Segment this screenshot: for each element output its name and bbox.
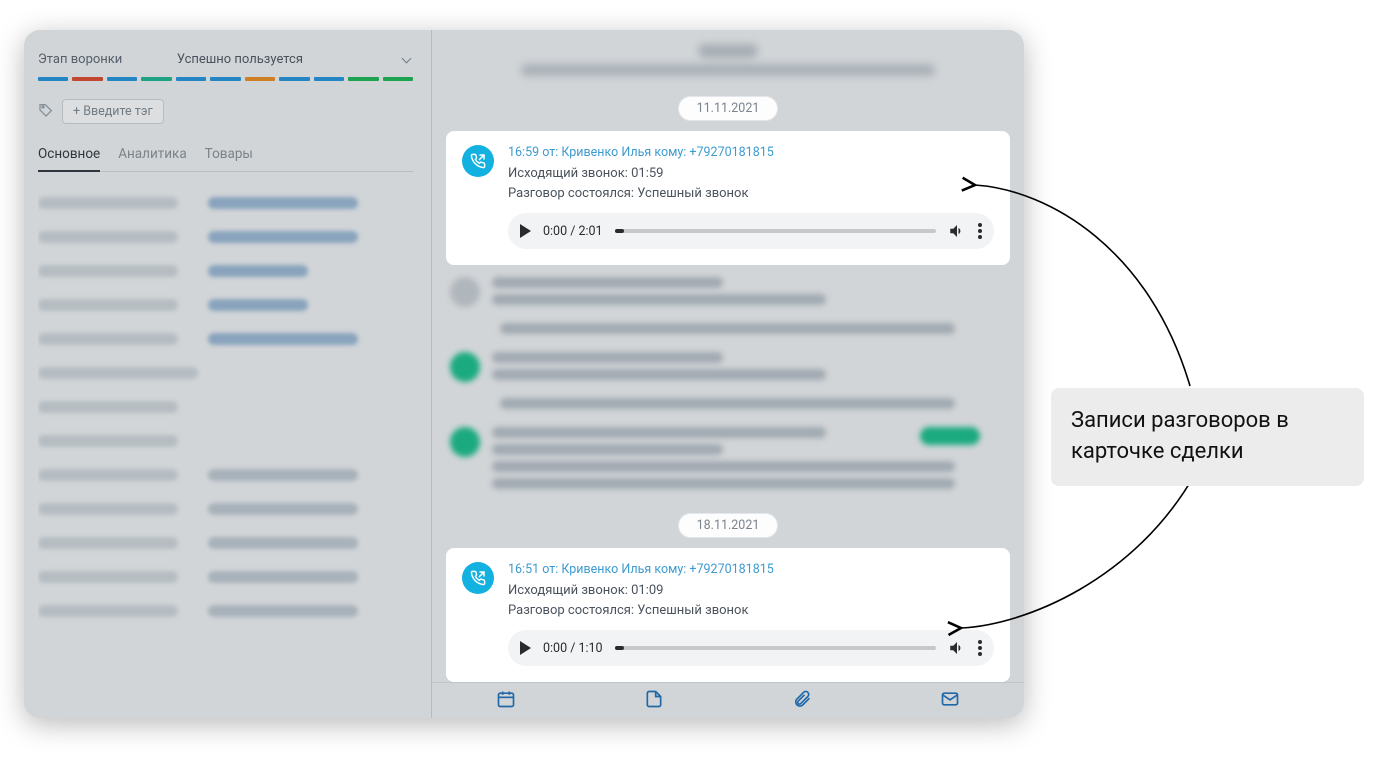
calendar-icon[interactable] [496,689,516,713]
tab-main[interactable]: Основное [38,146,100,172]
call-record-card: 16:59 от: Кривенко Илья кому: +792701818… [446,131,1010,265]
volume-icon[interactable] [948,222,966,240]
timeline-header-blur [498,44,959,78]
funnel-segment[interactable] [141,77,171,81]
audio-progress[interactable] [615,229,936,233]
audio-progress[interactable] [615,646,936,650]
more-vertical-icon[interactable] [978,640,982,656]
audio-player[interactable]: 0:00 / 2:01 [508,213,994,249]
timeline-toolbar [432,682,1024,718]
chevron-down-icon [403,55,413,65]
deal-timeline: 11.11.2021 16:59 от: Кривенко Илья кому:… [432,30,1024,718]
note-icon[interactable] [644,689,664,713]
tag-icon [38,102,54,122]
funnel-segment[interactable] [210,77,240,81]
audio-time: 0:00 / 1:10 [543,641,603,656]
funnel-segment[interactable] [38,77,68,81]
call-meta: 16:51 от: Кривенко Илья кому: +792701818… [508,562,994,577]
funnel-segment[interactable] [279,77,309,81]
date-separator: 11.11.2021 [678,96,779,121]
tab-goods[interactable]: Товары [205,146,253,171]
call-type-duration: Исходящий звонок: 01:59 [508,164,994,184]
timeline-item-blur [500,323,1006,340]
deal-card: Этап воронки Успешно пользуется + Введит… [24,30,1024,718]
call-result: Разговор состоялся: Успешный звонок [508,601,994,621]
funnel-segment[interactable] [383,77,413,81]
more-vertical-icon[interactable] [978,223,982,239]
play-icon[interactable] [520,224,531,238]
funnel-segment[interactable] [348,77,378,81]
phone-outgoing-icon [462,562,494,594]
tag-input[interactable]: + Введите тэг [62,99,164,124]
call-meta: 16:59 от: Кривенко Илья кому: +792701818… [508,145,994,160]
audio-player[interactable]: 0:00 / 1:10 [508,630,994,666]
funnel-progress-bar [38,77,413,81]
funnel-segment[interactable] [72,77,102,81]
funnel-stage-select[interactable]: Успешно пользуется [177,52,413,67]
mail-icon[interactable] [940,689,960,713]
timeline-item-blur [450,427,1006,495]
timeline-item-blur [450,277,1006,311]
call-result: Разговор состоялся: Успешный звонок [508,184,994,204]
deal-tabs: Основное Аналитика Товары [38,146,413,172]
play-icon[interactable] [520,641,531,655]
volume-icon[interactable] [948,639,966,657]
funnel-stage-value: Успешно пользуется [177,52,303,67]
paperclip-icon[interactable] [792,689,812,713]
timeline-item-blur [450,352,1006,386]
deal-fields [38,186,413,718]
funnel-segment[interactable] [107,77,137,81]
funnel-segment[interactable] [176,77,206,81]
phone-outgoing-icon [462,145,494,177]
deal-left-panel: Этап воронки Успешно пользуется + Введит… [24,30,432,718]
tab-analytics[interactable]: Аналитика [118,146,186,171]
callout-label: Записи разговоров в карточке сделки [1051,388,1364,486]
audio-time: 0:00 / 2:01 [543,224,603,239]
call-record-card: 16:51 от: Кривенко Илья кому: +792701818… [446,548,1010,682]
date-separator: 18.11.2021 [678,513,779,538]
call-type-duration: Исходящий звонок: 01:09 [508,581,994,601]
funnel-stage-label: Этап воронки [38,52,122,67]
timeline-item-blur [500,398,1006,415]
funnel-segment[interactable] [245,77,275,81]
funnel-segment[interactable] [314,77,344,81]
